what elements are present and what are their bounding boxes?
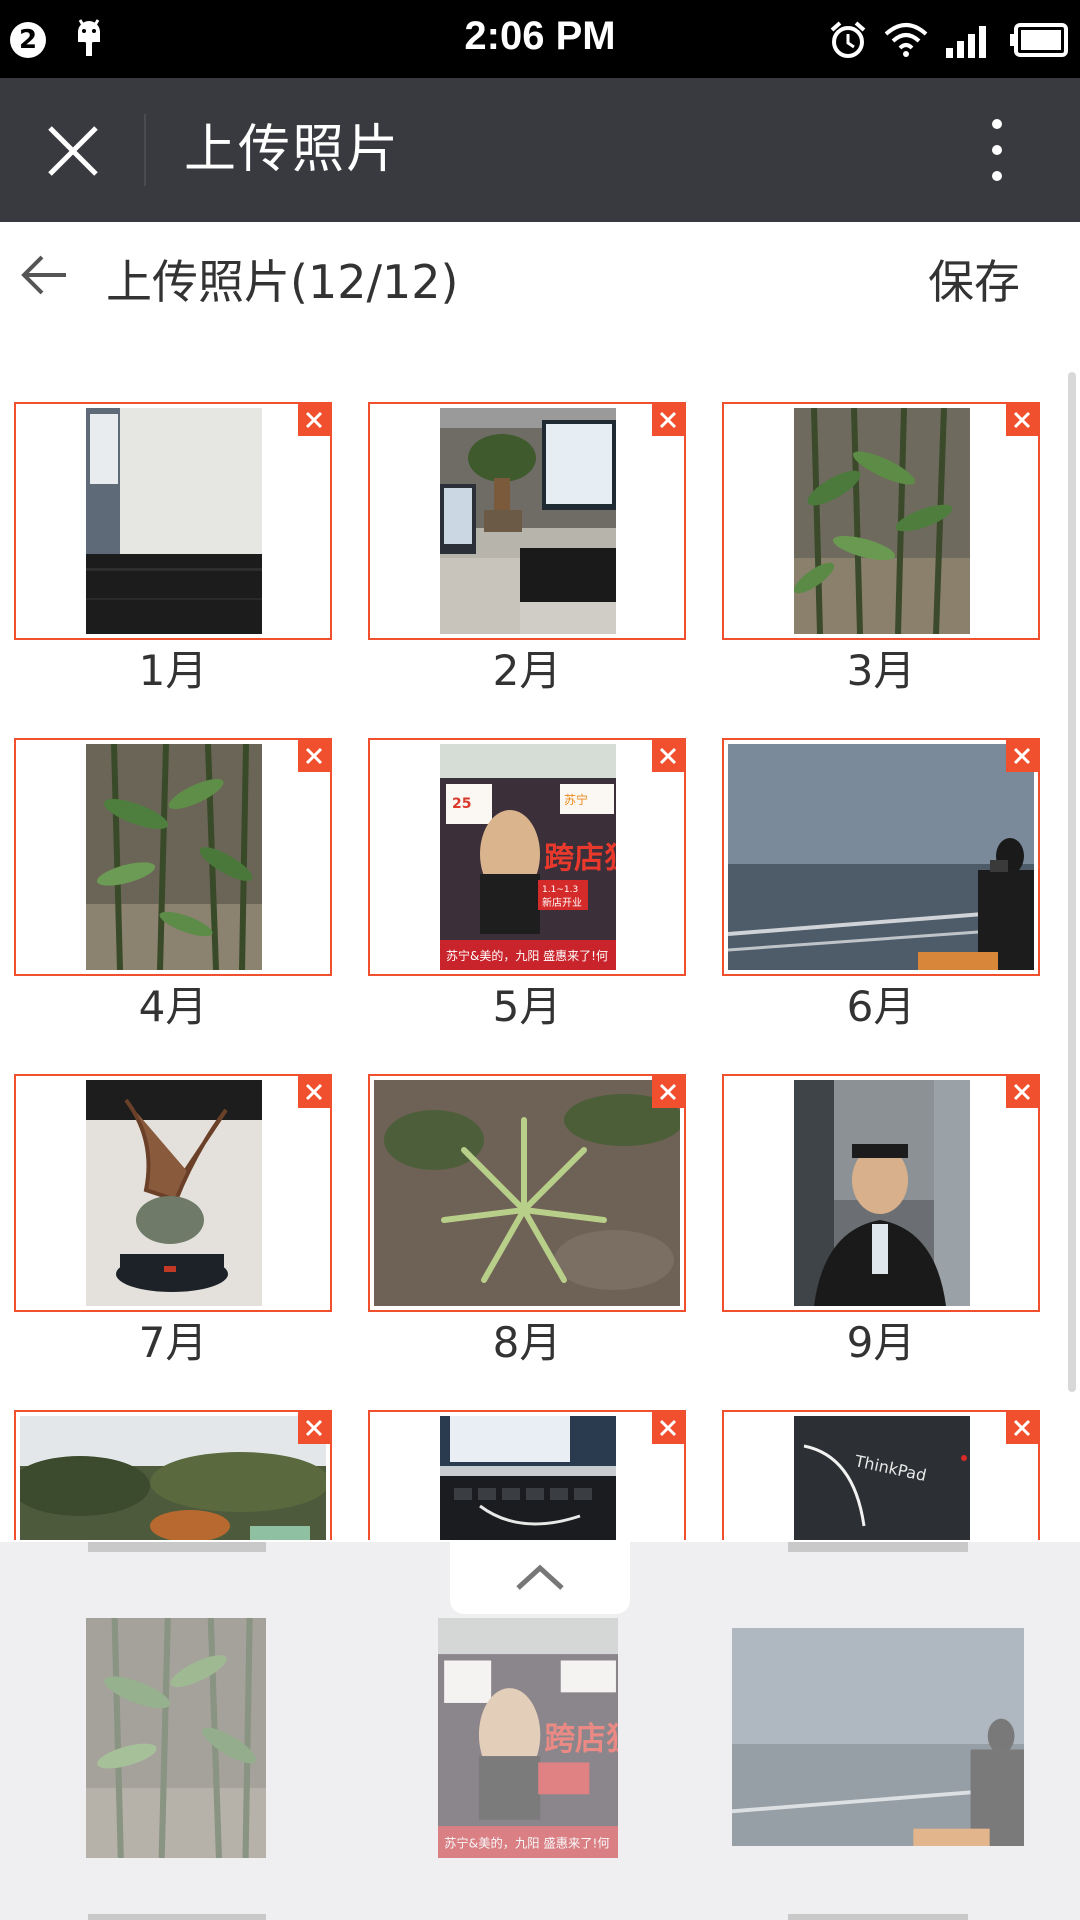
photo-item[interactable]: 25 苏宁 跨店狂欢 1.1~1.3 新店开业 苏宁&美的，九阳 盛惠来了!何 … <box>368 738 686 1032</box>
status-bar: 2 2:06 PM <box>0 0 1080 78</box>
photo-item[interactable]: 8月 <box>368 1074 686 1368</box>
close-icon <box>1013 747 1031 765</box>
poster-photo: 25 苏宁 跨店狂欢 1.1~1.3 新店开业 苏宁&美的，九阳 盛惠来了!何 <box>440 744 616 970</box>
photo-caption: 6月 <box>846 982 916 1031</box>
page-title: 上传照片 <box>184 120 401 180</box>
grid-scrollbar[interactable] <box>1068 372 1076 1392</box>
portrait-photo <box>794 1080 970 1306</box>
laptop-keyboard-photo <box>440 1416 616 1540</box>
delete-photo-button[interactable] <box>652 404 684 436</box>
title-bar: 上传照片 <box>0 78 1080 222</box>
photo-item[interactable] <box>368 1410 686 1540</box>
close-icon <box>659 411 677 429</box>
delete-photo-button[interactable] <box>298 1412 330 1444</box>
close-icon <box>659 1419 677 1437</box>
photo-item[interactable]: 6月 <box>722 738 1040 1032</box>
chevron-up-icon <box>516 1564 564 1590</box>
delete-photo-button[interactable] <box>652 740 684 772</box>
delete-photo-button[interactable] <box>298 1076 330 1108</box>
preview-strip <box>788 1542 968 1552</box>
delete-photo-button[interactable] <box>1006 740 1038 772</box>
preview-strip <box>88 1914 266 1920</box>
delete-photo-button[interactable] <box>652 1412 684 1444</box>
photo-item[interactable]: 1月 <box>14 402 332 696</box>
photo-caption: 5月 <box>492 982 562 1031</box>
svg-text:25: 25 <box>452 796 471 812</box>
garden-photo <box>20 1416 326 1540</box>
thinkpad-laptop-photo: ThinkPad <box>794 1416 970 1540</box>
back-arrow-icon[interactable] <box>20 252 70 298</box>
office-desk-photo <box>440 408 616 634</box>
svg-text:苏宁&美的，九阳 盛惠来了!何: 苏宁&美的，九阳 盛惠来了!何 <box>444 1835 610 1850</box>
figurine-photo <box>86 1080 262 1306</box>
photo-caption: 8月 <box>492 1318 562 1367</box>
delete-photo-button[interactable] <box>1006 1412 1038 1444</box>
battery-icon <box>1010 23 1068 57</box>
photo-caption: 7月 <box>138 1318 208 1367</box>
photo-caption: 4月 <box>138 982 208 1031</box>
sea-view-photo[interactable] <box>732 1628 1024 1846</box>
save-button[interactable]: 保存 <box>928 252 1020 312</box>
alarm-icon <box>830 21 866 58</box>
photo-caption: 1月 <box>138 646 208 695</box>
delete-photo-button[interactable] <box>1006 404 1038 436</box>
close-icon <box>305 1419 323 1437</box>
preview-strip <box>788 1914 968 1920</box>
close-icon <box>1013 1419 1031 1437</box>
close-icon <box>1013 1083 1031 1101</box>
photo-item[interactable] <box>14 1410 332 1540</box>
poster-photo[interactable]: 跨店狂欢 苏宁&美的，九阳 盛惠来了!何 <box>438 1618 618 1858</box>
svg-text:1.1~1.3: 1.1~1.3 <box>542 885 578 895</box>
bamboo-plants-photo <box>794 408 970 634</box>
close-icon <box>659 747 677 765</box>
close-icon <box>305 1083 323 1101</box>
svg-text:跨店狂欢: 跨店狂欢 <box>544 841 616 876</box>
preview-strip <box>88 1542 266 1552</box>
photo-grid: 1月 2月 3月 4月 25 苏宁 跨店 1.1~1.3 新店开业 苏宁&美的，… <box>0 342 1080 1540</box>
photo-caption: 2月 <box>492 646 562 695</box>
photo-item[interactable]: 7月 <box>14 1074 332 1368</box>
delete-photo-button[interactable] <box>652 1076 684 1108</box>
signal-icon <box>946 26 986 58</box>
close-icon <box>659 1083 677 1101</box>
sub-header: 上传照片(12/12) 保存 <box>0 222 1080 342</box>
sea-view-photo <box>728 744 1034 970</box>
close-icon <box>1013 411 1031 429</box>
photo-item[interactable]: ThinkPad <box>722 1410 1040 1540</box>
close-icon <box>305 411 323 429</box>
close-icon <box>305 747 323 765</box>
title-divider <box>144 114 146 186</box>
photo-item[interactable]: 3月 <box>722 402 1040 696</box>
svg-text:苏宁: 苏宁 <box>564 792 588 807</box>
delete-photo-button[interactable] <box>298 740 330 772</box>
photo-item[interactable]: 2月 <box>368 402 686 696</box>
monitor-screen-photo <box>86 408 262 634</box>
close-icon[interactable] <box>38 122 108 182</box>
agave-plant-photo <box>374 1080 680 1306</box>
bamboo-plants-photo <box>86 744 262 970</box>
svg-text:跨店狂欢: 跨店狂欢 <box>544 1721 618 1758</box>
bamboo-plants-photo[interactable] <box>86 1618 266 1858</box>
photo-item[interactable]: 4月 <box>14 738 332 1032</box>
delete-photo-button[interactable] <box>1006 1076 1038 1108</box>
photo-item[interactable]: 9月 <box>722 1074 1040 1368</box>
photo-caption: 3月 <box>846 646 916 695</box>
upload-count-title: 上传照片(12/12) <box>106 255 459 309</box>
photo-caption: 9月 <box>846 1318 916 1367</box>
svg-text:新店开业: 新店开业 <box>542 896 582 909</box>
delete-photo-button[interactable] <box>298 404 330 436</box>
drawer-toggle-button[interactable] <box>450 1542 630 1614</box>
wifi-icon <box>884 23 928 57</box>
svg-text:苏宁&美的，九阳 盛惠来了!何: 苏宁&美的，九阳 盛惠来了!何 <box>446 948 608 963</box>
more-options-icon[interactable] <box>982 114 1012 186</box>
